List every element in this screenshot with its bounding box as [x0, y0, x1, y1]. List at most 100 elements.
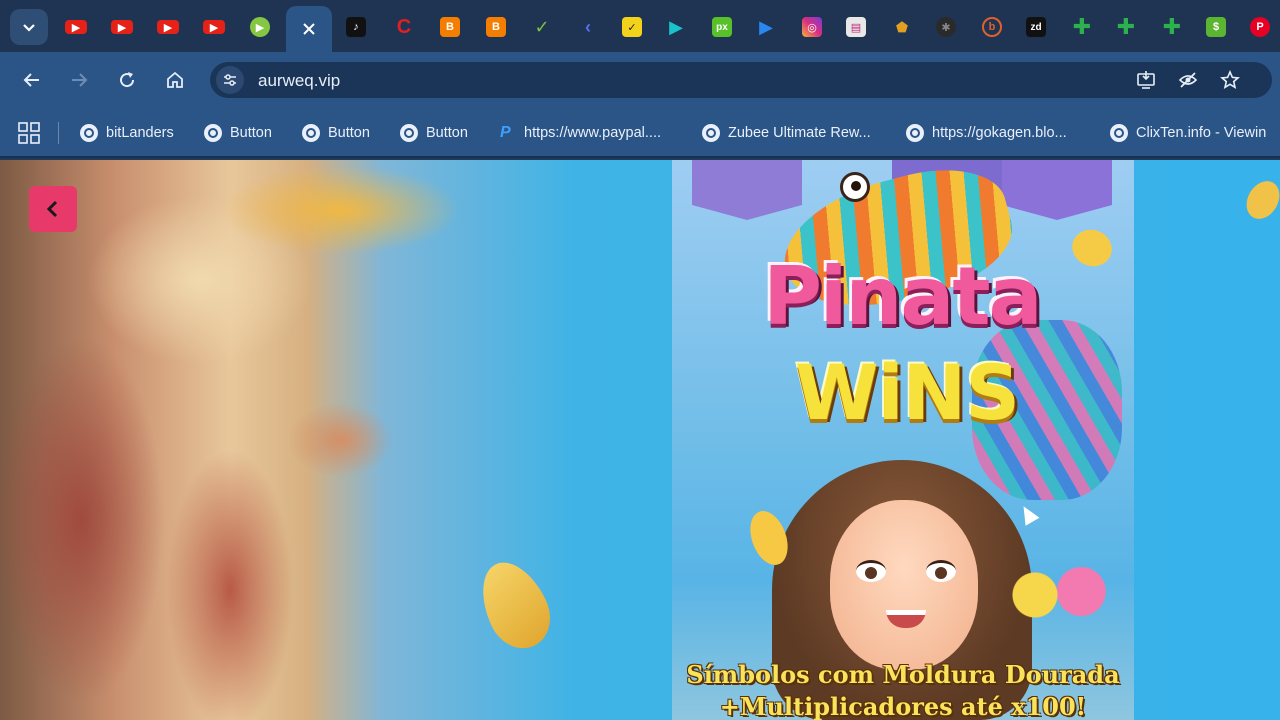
tab-dollar[interactable]: $	[1200, 10, 1232, 44]
globe-icon	[906, 124, 924, 142]
blogger-icon: B	[486, 17, 506, 37]
flower-decoration	[1002, 560, 1112, 630]
tab-red-c[interactable]: C	[388, 10, 420, 44]
tab-play-blue[interactable]: ▶	[750, 10, 782, 44]
tab-play-teal[interactable]: ▶	[660, 10, 692, 44]
bookmark-item[interactable]: Button	[302, 120, 370, 146]
tab-youtube-3[interactable]: ▶	[152, 10, 184, 44]
tracking-protection-button[interactable]	[1176, 68, 1200, 92]
globe-icon	[80, 124, 98, 142]
bookmark-star-button[interactable]	[1218, 68, 1242, 92]
petal-decoration	[1240, 175, 1280, 225]
petal-decoration	[468, 551, 562, 659]
feature-caption: +Multiplicadores até x100!	[719, 692, 1087, 720]
back-button[interactable]	[18, 66, 46, 94]
tab-blogger-2[interactable]: B	[480, 10, 512, 44]
character-eye	[926, 560, 956, 582]
tab-zd[interactable]: zd	[1020, 10, 1052, 44]
tab-instagram[interactable]: ◎	[796, 10, 828, 44]
zd-icon: zd	[1026, 17, 1046, 37]
tab-youtube-2[interactable]: ▶	[106, 10, 138, 44]
bookmark-label: Button	[328, 125, 370, 141]
feature-caption: Símbolos com Moldura Dourada	[686, 660, 1120, 689]
tab-gear[interactable]: ✱	[930, 10, 962, 44]
plus-icon: ✚	[1162, 14, 1182, 39]
bookmark-label: Button	[426, 125, 468, 141]
globe-icon	[1110, 124, 1128, 142]
bookmark-item[interactable]: https://gokagen.blo...	[906, 120, 1067, 146]
pinata-eye	[840, 172, 870, 202]
tab-b-circle[interactable]: b	[976, 10, 1008, 44]
install-icon	[1137, 71, 1155, 89]
green-check-icon: ✓	[534, 16, 550, 37]
blurred-background-awning	[180, 160, 510, 280]
arrow-icon: ‹	[585, 16, 591, 37]
eye-off-icon	[1178, 72, 1198, 88]
bookmark-item[interactable]: ClixTen.info - Viewin	[1110, 120, 1266, 146]
site-info-button[interactable]	[216, 66, 244, 94]
globe-icon	[400, 124, 418, 142]
bookmarks-bar: bitLanders Button Button Button Phttps:/…	[0, 108, 1280, 158]
arrow-left-icon	[23, 73, 39, 87]
bookmark-label: ClixTen.info - Viewin	[1136, 125, 1267, 141]
tab-strip: ▶ ▶ ▶ ▶ ▶ ♪ C B B ✓ ‹ ✓ ▶ px ▶ ◎ ▤ ⬟ ✱ b…	[0, 0, 1280, 52]
arrow-right-icon	[72, 73, 88, 87]
blurred-background-balcony	[270, 380, 430, 500]
tab-tiktok[interactable]: ♪	[340, 10, 372, 44]
apps-grid-icon[interactable]	[18, 122, 40, 144]
tune-icon	[224, 74, 236, 86]
chevron-left-icon	[46, 200, 58, 218]
bookmark-item[interactable]: Button	[400, 120, 468, 146]
tab-youtube-1[interactable]: ▶	[60, 10, 92, 44]
red-c-icon: C	[396, 15, 412, 38]
shield-icon: ⬟	[895, 18, 909, 35]
install-app-button[interactable]	[1134, 68, 1158, 92]
forward-button[interactable]	[65, 66, 93, 94]
reload-button[interactable]	[113, 66, 141, 94]
bookmark-label: Zubee Ultimate Rew...	[728, 125, 871, 141]
bookmark-item[interactable]: Button	[204, 120, 272, 146]
bookmark-item[interactable]: Zubee Ultimate Rew...	[702, 120, 871, 146]
url-text[interactable]: aurweq.vip	[258, 71, 340, 91]
tab-plus-1[interactable]: ✚	[1066, 10, 1098, 44]
game-back-button[interactable]	[29, 186, 77, 232]
bookmark-item[interactable]: bitLanders	[80, 120, 174, 146]
close-icon[interactable]	[302, 22, 316, 36]
tab-search-button[interactable]	[10, 9, 48, 45]
youtube-icon: ▶	[157, 20, 179, 34]
yellow-check-icon: ✓	[622, 17, 642, 37]
petal-decoration	[1067, 224, 1117, 272]
tab-rumble[interactable]: ▶	[244, 10, 276, 44]
px-icon: px	[712, 17, 732, 37]
tab-arrow[interactable]: ‹	[572, 10, 604, 44]
tab-active[interactable]	[286, 6, 332, 52]
tab-pinterest[interactable]: P	[1244, 10, 1276, 44]
tab-blogger-1[interactable]: B	[434, 10, 466, 44]
tab-plus-2[interactable]: ✚	[1110, 10, 1142, 44]
home-icon	[167, 71, 183, 88]
tab-youtube-4[interactable]: ▶	[198, 10, 230, 44]
paypal-icon: P	[500, 124, 511, 141]
browser-toolbar: aurweq.vip	[0, 52, 1280, 108]
address-bar[interactable]: aurweq.vip	[210, 62, 1272, 98]
home-button[interactable]	[161, 66, 189, 94]
tab-green-check[interactable]: ✓	[526, 10, 558, 44]
tab-document[interactable]: ▤	[840, 10, 872, 44]
play-icon: ▶	[759, 16, 773, 37]
globe-icon	[702, 124, 720, 142]
tab-px[interactable]: px	[706, 10, 738, 44]
b-circle-icon: b	[982, 17, 1002, 37]
blogger-icon: B	[440, 17, 460, 37]
tab-yellow-check[interactable]: ✓	[616, 10, 648, 44]
globe-icon	[302, 124, 320, 142]
bookmark-item[interactable]: Phttps://www.paypal....	[500, 120, 661, 146]
papel-picado-banner	[692, 160, 802, 220]
game-splash-poster[interactable]: Pinata WiNS Símbolos com Moldura Dourada…	[672, 160, 1134, 720]
star-icon	[1220, 70, 1240, 89]
game-logo-subtitle: WiNS	[794, 348, 1020, 437]
tab-shield[interactable]: ⬟	[886, 10, 918, 44]
document-icon: ▤	[846, 17, 866, 37]
papel-picado-banner	[1002, 160, 1112, 220]
plus-icon: ✚	[1072, 14, 1092, 39]
tab-plus-3[interactable]: ✚	[1156, 10, 1188, 44]
